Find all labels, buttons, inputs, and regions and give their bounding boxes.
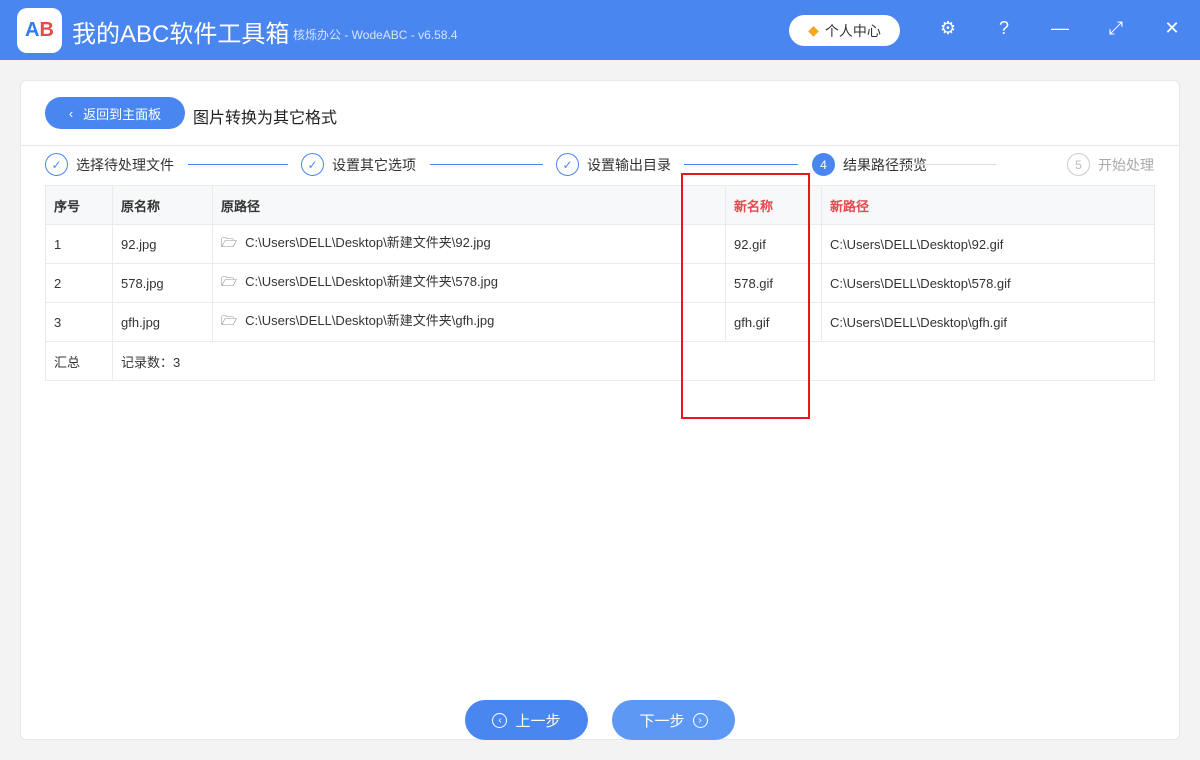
step-connector: [684, 164, 798, 165]
help-icon[interactable]: ?: [992, 18, 1016, 39]
app-title: 我的ABC软件工具箱: [72, 21, 290, 48]
cell: 3: [45, 302, 113, 342]
user-center-button[interactable]: ◆ 个人中心: [789, 15, 900, 46]
folder-icon[interactable]: 🗁: [221, 235, 237, 250]
cell: C:\Users\DELL\Desktop\578.gif: [821, 263, 1155, 303]
step-1: ✓ 选择待处理文件: [45, 153, 174, 176]
cell: C:\Users\DELL\Desktop\gfh.gif: [821, 302, 1155, 342]
main-panel: [20, 80, 1180, 740]
back-label: 返回到主面板: [83, 106, 162, 122]
prev-label: 上一步: [515, 712, 561, 730]
path-text: C:\Users\DELL\Desktop\新建文件夹\92.jpg: [245, 235, 491, 250]
check-icon: ✓: [556, 153, 579, 176]
cell: 1: [45, 224, 113, 264]
step-label: 选择待处理文件: [76, 156, 174, 173]
folder-icon[interactable]: 🗁: [221, 313, 237, 328]
chevron-left-circle-icon: ‹: [492, 712, 508, 728]
path-text: C:\Users\DELL\Desktop\新建文件夹\578.jpg: [245, 274, 498, 289]
header-index: 序号: [45, 185, 113, 225]
folder-icon[interactable]: 🗁: [221, 274, 237, 289]
app-logo: AB: [17, 8, 62, 53]
divider: [21, 145, 1179, 146]
step-label: 设置其它选项: [332, 156, 416, 173]
app-subtitle: 核烁办公 - WodeABC - v6.58.4: [293, 28, 458, 42]
path-text: C:\Users\DELL\Desktop\新建文件夹\gfh.jpg: [245, 313, 495, 328]
header-old-path: 原路径: [212, 185, 726, 225]
title-bar: AB 我的ABC软件工具箱 核烁办公 - WodeABC - v6.58.4 ◆…: [0, 0, 1200, 60]
cell: 2: [45, 263, 113, 303]
cell: 92.jpg: [112, 224, 213, 264]
step-3: ✓ 设置输出目录: [556, 153, 671, 176]
step-label: 开始处理: [1098, 156, 1154, 173]
maximize-icon[interactable]: ⤢: [1104, 18, 1128, 39]
diamond-icon: ◆: [808, 22, 819, 38]
close-icon[interactable]: ✕: [1160, 18, 1184, 39]
cell: C:\Users\DELL\Desktop\92.gif: [821, 224, 1155, 264]
cell-path: 🗁 C:\Users\DELL\Desktop\新建文件夹\gfh.jpg: [212, 302, 726, 342]
cell: gfh.jpg: [112, 302, 213, 342]
cell-path: 🗁 C:\Users\DELL\Desktop\新建文件夹\578.jpg: [212, 263, 726, 303]
step-connector: [188, 164, 288, 165]
step-number: 5: [1067, 153, 1090, 176]
step-connector: [896, 164, 996, 165]
table-row: 2 578.jpg 🗁 C:\Users\DELL\Desktop\新建文件夹\5…: [45, 263, 1155, 303]
summary-row: 汇总 记录数：3: [45, 341, 1155, 381]
next-label: 下一步: [639, 712, 685, 730]
settings-icon[interactable]: ⚙: [936, 18, 960, 39]
check-icon: ✓: [45, 153, 68, 176]
summary-label: 汇总: [45, 341, 113, 381]
user-center-label: 个人中心: [824, 22, 881, 39]
chevron-right-circle-icon: ›: [692, 712, 708, 728]
summary-value: 记录数：3: [112, 341, 1155, 381]
table-row: 3 gfh.jpg 🗁 C:\Users\DELL\Desktop\新建文件夹\g…: [45, 302, 1155, 342]
page-title: 图片转换为其它格式: [193, 110, 338, 127]
chevron-left-icon: ‹: [68, 105, 74, 121]
step-5: 5 开始处理: [1067, 153, 1154, 176]
table-row: 1 92.jpg 🗁 C:\Users\DELL\Desktop\新建文件夹\92…: [45, 224, 1155, 264]
step-label: 设置输出目录: [587, 156, 671, 173]
check-icon: ✓: [301, 153, 324, 176]
step-2: ✓ 设置其它选项: [301, 153, 416, 176]
prev-step-button[interactable]: ‹ 上一步: [465, 700, 588, 740]
back-to-main-button[interactable]: ‹ 返回到主面板: [45, 97, 185, 129]
minimize-icon[interactable]: —: [1048, 18, 1072, 39]
header-old-name: 原名称: [112, 185, 213, 225]
cell-path: 🗁 C:\Users\DELL\Desktop\新建文件夹\92.jpg: [212, 224, 726, 264]
header-new-path: 新路径: [821, 185, 1155, 225]
highlight-box: [681, 173, 810, 419]
next-step-button[interactable]: 下一步 ›: [612, 700, 735, 740]
step-number: 4: [812, 153, 835, 176]
step-connector: [430, 164, 543, 165]
table-header: 序号 原名称 原路径 新名称 新路径: [45, 185, 1155, 225]
result-table: 序号 原名称 原路径 新名称 新路径 1 92.jpg 🗁 C:\Users\DE…: [45, 185, 1155, 381]
cell: 578.jpg: [112, 263, 213, 303]
